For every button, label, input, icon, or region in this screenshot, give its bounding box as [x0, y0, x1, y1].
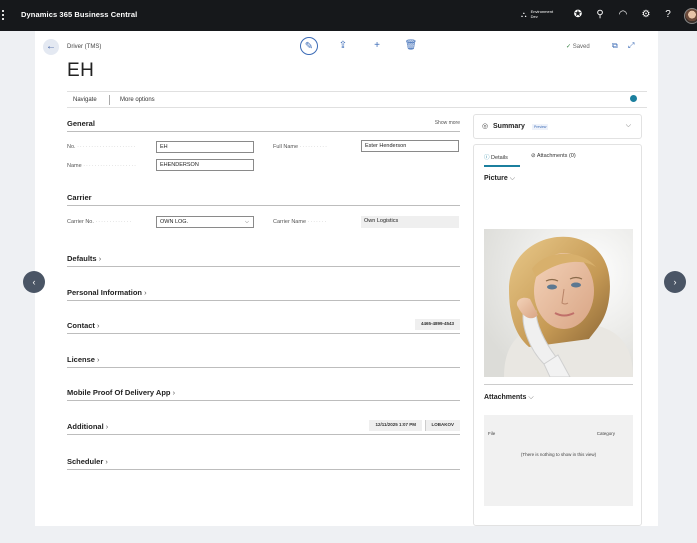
no-label: No. ····················· — [67, 144, 137, 150]
help-icon[interactable]: ? — [662, 9, 674, 21]
driver-photo-image — [484, 229, 633, 377]
carrier-no-select[interactable]: OWN LOG. ⌵ — [156, 216, 254, 228]
next-record-button[interactable]: › — [664, 271, 686, 293]
section-additional[interactable]: Additional › 12/11/2025 1:07 PM LOBAKOV — [67, 420, 460, 435]
breadcrumb: Driver (TMS) — [67, 44, 102, 50]
menu-divider — [109, 95, 110, 105]
preview-badge: Preview — [532, 124, 549, 130]
carrier-name-label: Carrier Name ······· — [273, 219, 328, 225]
delete-icon[interactable]: 🗑 — [402, 37, 420, 55]
open-new-window-icon[interactable]: ⧉ — [612, 41, 618, 51]
summary-icon: ◎ — [482, 123, 489, 130]
section-scheduler[interactable]: Scheduler › — [67, 457, 460, 470]
checkmark-icon: ✓ — [566, 44, 572, 50]
picture-header[interactable]: Picture ⌵ — [484, 175, 515, 183]
info-icon: ⓘ — [484, 155, 490, 161]
driver-photo — [484, 229, 633, 377]
share-icon[interactable]: ⇪ — [334, 37, 352, 55]
section-mobile-pod-app[interactable]: Mobile Proof Of Delivery App › — [67, 388, 460, 401]
name-field[interactable]: EHENDERSON — [156, 159, 254, 171]
active-tab-indicator — [484, 165, 520, 167]
chevron-down-icon: ⌵ — [625, 122, 631, 129]
tab-attachments[interactable]: ⊘ Attachments (0) — [531, 153, 576, 159]
section-contact[interactable]: Contact › 4465-4899-4543 — [67, 319, 460, 334]
add-new-icon[interactable]: + — [368, 37, 386, 55]
chevron-down-icon: ⌵ — [244, 219, 249, 225]
section-carrier[interactable]: Carrier — [67, 193, 460, 206]
name-label: Name ··················· — [67, 163, 138, 169]
additional-user-value: LOBAKOV — [424, 420, 460, 431]
column-file[interactable]: File — [488, 431, 495, 436]
section-personal-information[interactable]: Personal Information › — [67, 288, 460, 301]
app-launcher-icon[interactable] — [2, 10, 5, 21]
bell-icon[interactable]: ◠ — [617, 9, 629, 21]
full-name-field[interactable]: Ester Henderson — [361, 140, 459, 152]
details-card: ⓘ Details ⊘ Attachments (0) Picture ⌵ At… — [473, 144, 642, 526]
action-toolbar: ✎ ⇪ + 🗑 — [300, 37, 420, 55]
environment-value: Dev — [530, 14, 538, 19]
summary-card[interactable]: ◎ Summary Preview ⌵ — [473, 114, 642, 139]
additional-date-value: 12/11/2025 1:07 PM — [369, 420, 422, 431]
carrier-name-field: Own Logistics — [361, 216, 459, 228]
tab-details[interactable]: ⓘ Details — [484, 153, 508, 161]
environment-indicator[interactable]: ⛬ Environment Dev — [521, 9, 553, 19]
contact-summary-value: 4465-4899-4543 — [414, 319, 460, 330]
environment-icon: ⛬ — [521, 9, 527, 19]
top-bar: Dynamics 365 Business Central ⛬ Environm… — [0, 0, 697, 31]
more-options-menu[interactable]: More options — [120, 97, 155, 103]
expand-icon[interactable]: ⤢ — [628, 41, 634, 51]
paperclip-icon: ⊘ — [531, 153, 536, 159]
back-arrow-icon[interactable]: ← — [43, 39, 59, 55]
full-name-label: Full Name ·········· — [273, 144, 328, 150]
gear-icon[interactable]: ⚙ — [640, 9, 652, 21]
page-title: EH — [67, 60, 95, 81]
record-page: ← Driver (TMS) EH ✎ ⇪ + 🗑 ✓ Saved ⧉ ⤢ Na… — [35, 31, 658, 526]
section-defaults[interactable]: Defaults › — [67, 254, 460, 267]
no-field[interactable]: EH — [156, 141, 254, 153]
attachments-header[interactable]: Attachments ⌵ — [484, 394, 534, 402]
carrier-no-value: OWN LOG. — [160, 219, 189, 225]
section-license[interactable]: License › — [67, 355, 460, 368]
action-menu-bar: Navigate More options — [67, 91, 647, 108]
user-avatar[interactable] — [684, 8, 697, 24]
section-general[interactable]: General Show more — [67, 119, 460, 132]
summary-title: Summary — [493, 123, 525, 130]
section-general-title: General — [67, 119, 95, 128]
edit-pencil-icon[interactable]: ✎ — [300, 37, 318, 55]
empty-message: (There is nothing to show in this view) — [520, 452, 597, 457]
factbox-pane: ◎ Summary Preview ⌵ ⓘ Details ⊘ Attachme… — [473, 114, 643, 526]
column-category[interactable]: Category — [597, 431, 615, 436]
copilot-icon[interactable]: ✪ — [572, 9, 584, 21]
navigate-menu[interactable]: Navigate — [73, 97, 97, 103]
app-name[interactable]: Dynamics 365 Business Central — [21, 10, 137, 19]
previous-record-button[interactable]: ‹ — [23, 271, 45, 293]
attachments-list: File Category (There is nothing to show … — [484, 415, 633, 506]
section-carrier-title: Carrier — [67, 193, 92, 202]
divider — [484, 384, 633, 385]
saved-status: ✓ Saved — [566, 43, 590, 50]
carrier-no-label: Carrier No. ············· — [67, 219, 133, 225]
search-icon[interactable]: ⚲ — [594, 9, 606, 21]
saved-label: Saved — [572, 44, 590, 50]
status-dot — [630, 95, 637, 102]
show-more-link[interactable]: Show more — [435, 120, 460, 126]
